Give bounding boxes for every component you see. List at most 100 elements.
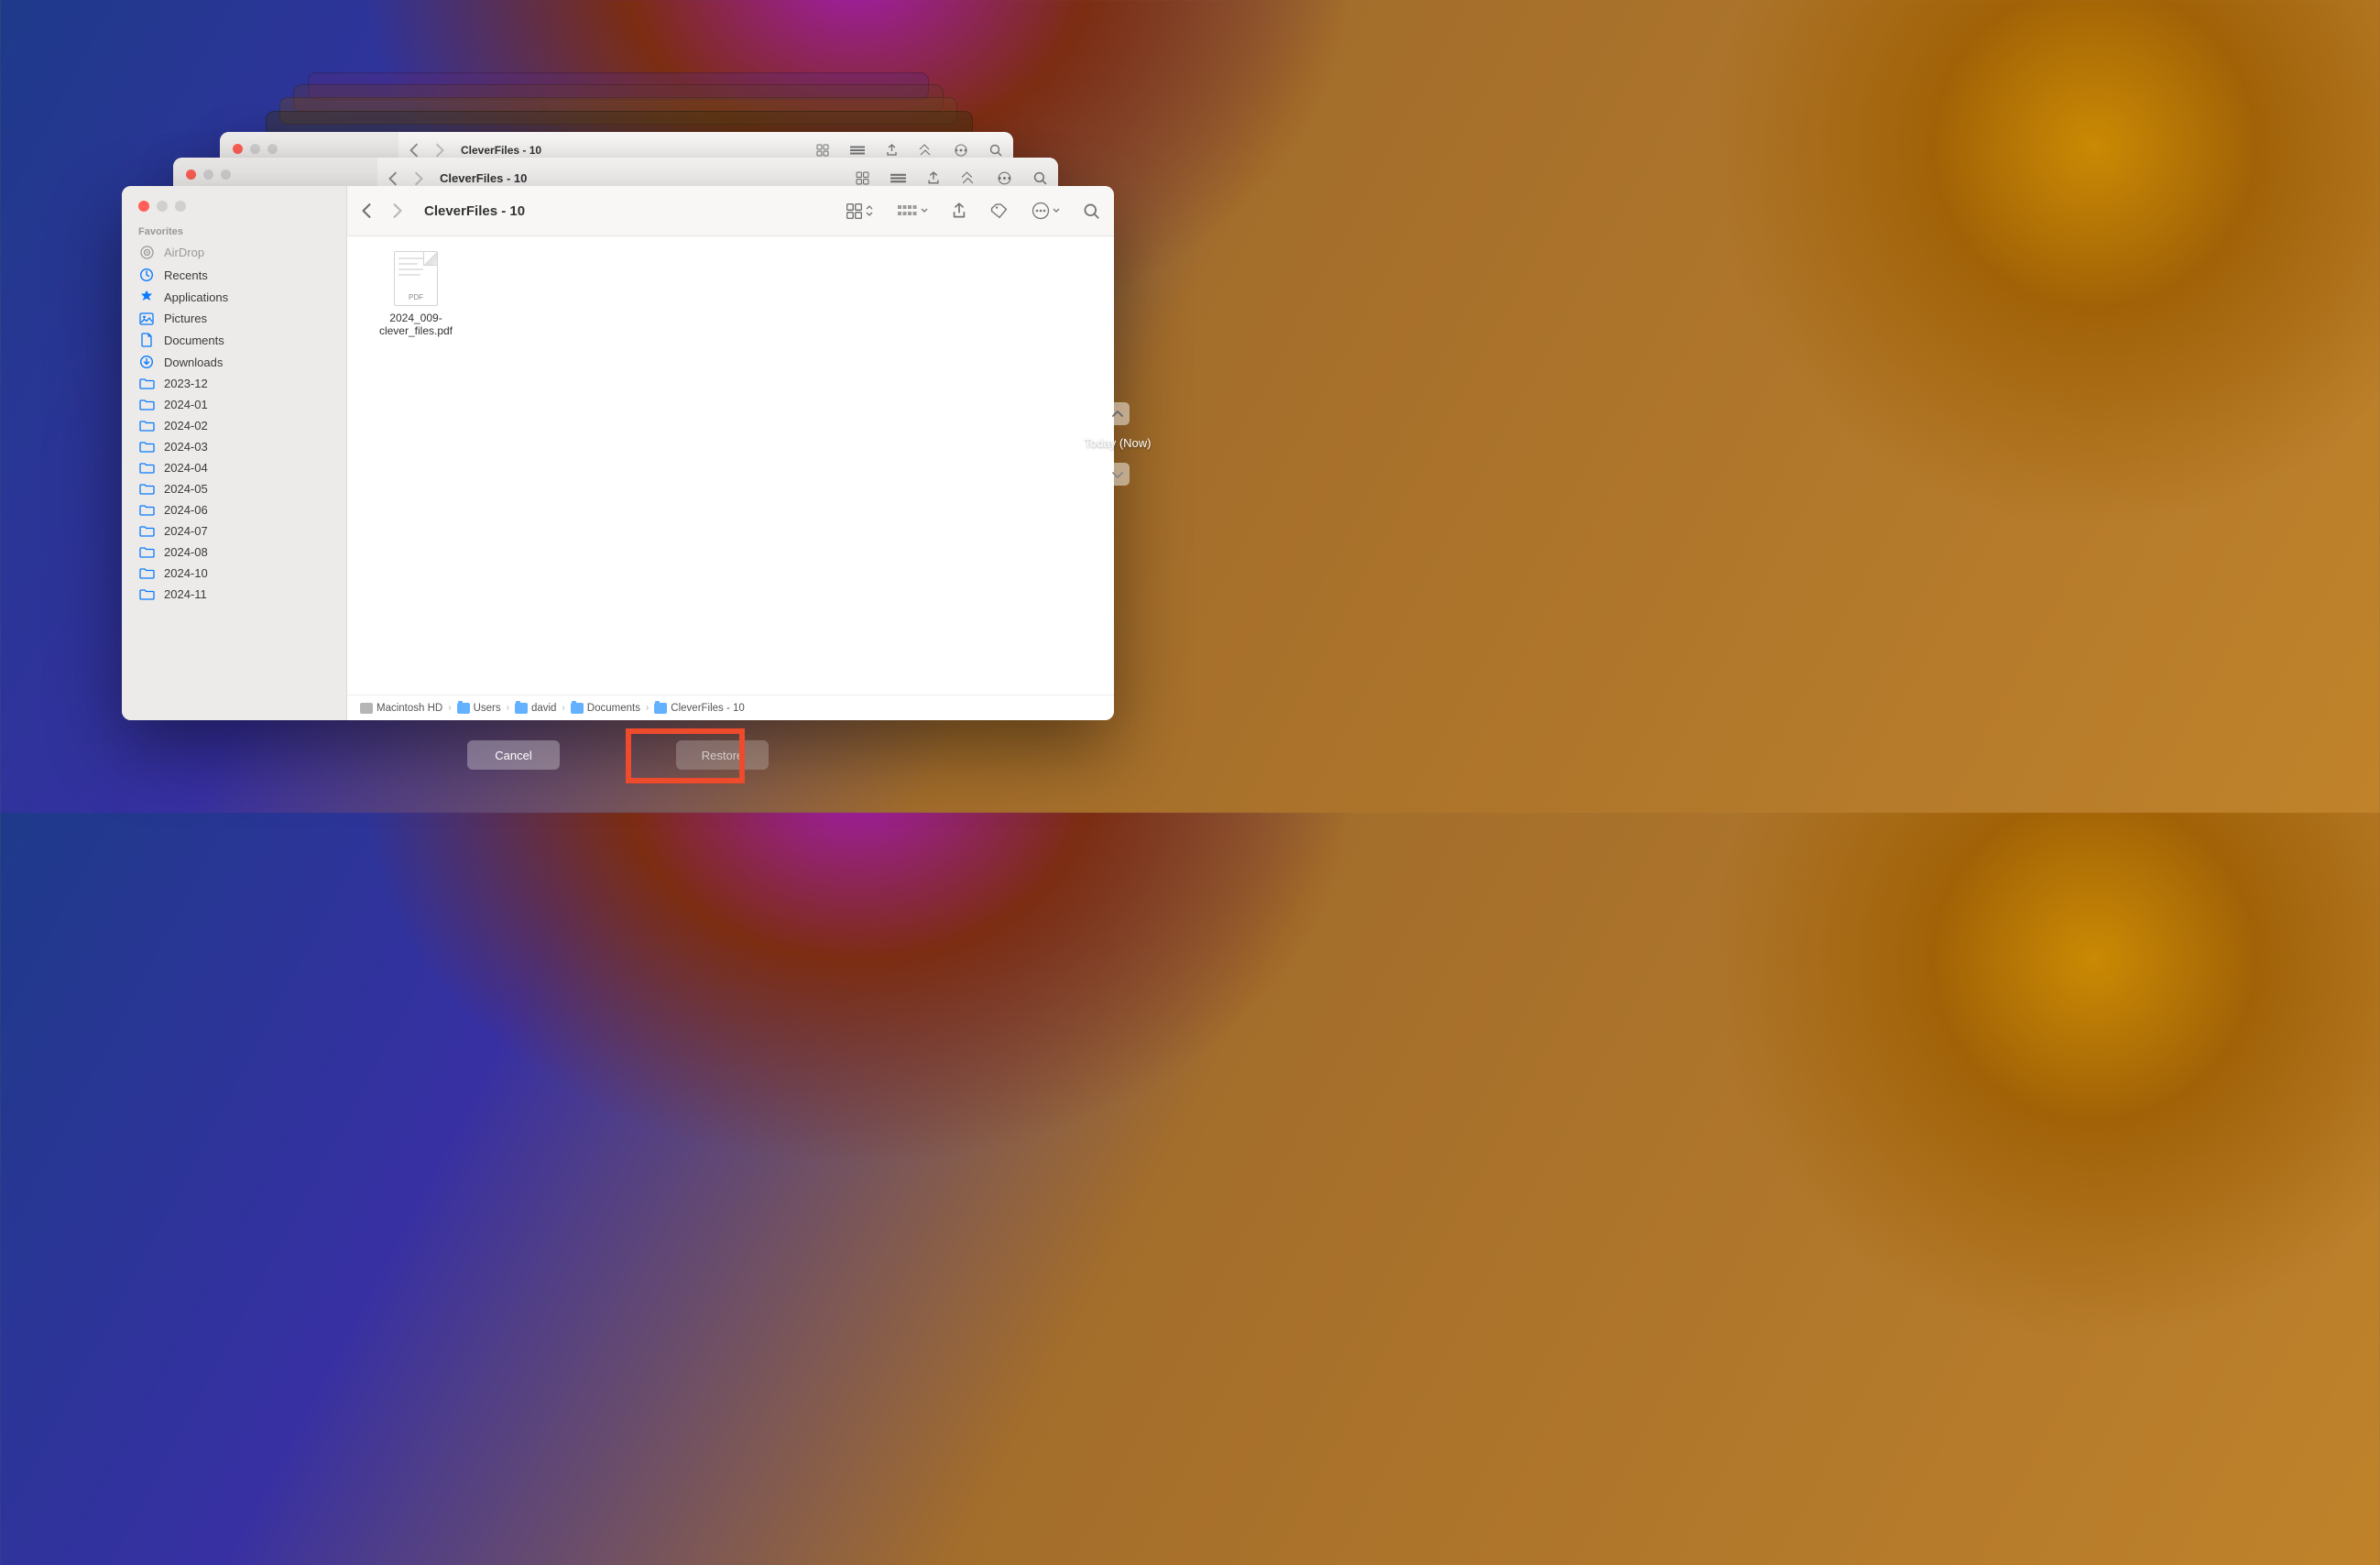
- path-segment[interactable]: Macintosh HD: [360, 703, 442, 714]
- sidebar-item-2024-05[interactable]: 2024-05: [131, 478, 337, 499]
- sidebar-item-2024-02[interactable]: 2024-02: [131, 415, 337, 436]
- more-button[interactable]: [1032, 202, 1060, 220]
- sidebar-item-label: 2024-07: [164, 524, 208, 538]
- doc-icon: [138, 333, 155, 347]
- minimize-button[interactable]: [157, 201, 168, 212]
- sidebar-item-label: 2024-08: [164, 545, 208, 559]
- folder-icon: [138, 420, 155, 432]
- sidebar-item-label: 2024-06: [164, 503, 208, 517]
- path-label: Macintosh HD: [377, 703, 442, 714]
- folder-icon: [571, 703, 584, 714]
- sidebar-item-airdrop[interactable]: AirDrop: [131, 241, 337, 264]
- folder-icon: [138, 483, 155, 495]
- sidebar-item-label: Applications: [164, 290, 228, 304]
- folder-icon: [138, 525, 155, 537]
- path-label: CleverFiles - 10: [671, 703, 745, 714]
- path-separator-icon: ›: [507, 703, 509, 713]
- sidebar-item-2024-04[interactable]: 2024-04: [131, 457, 337, 478]
- folder-icon: [138, 546, 155, 558]
- minimize-icon: [250, 144, 260, 154]
- restore-button[interactable]: Restore: [676, 740, 769, 770]
- folder-icon: [138, 462, 155, 474]
- sidebar-item-label: 2024-01: [164, 398, 208, 411]
- sidebar-item-downloads[interactable]: Downloads: [131, 351, 337, 373]
- path-segment[interactable]: Documents: [571, 703, 640, 714]
- folder-icon: [457, 703, 470, 714]
- sidebar-item-2024-10[interactable]: 2024-10: [131, 563, 337, 584]
- finder-window-front: Favorites AirDrop Recents Applications Pict…: [122, 186, 1114, 720]
- sidebar-item-label: 2024-05: [164, 482, 208, 496]
- sidebar-item-label: 2024-04: [164, 461, 208, 475]
- share-button[interactable]: [952, 202, 966, 219]
- sidebar-item-2024-06[interactable]: 2024-06: [131, 499, 337, 520]
- download-icon: [138, 355, 155, 369]
- sidebar-item-label: 2024-02: [164, 419, 208, 432]
- hd-icon: [360, 703, 373, 714]
- apps-icon: [138, 290, 155, 304]
- clock-icon: [138, 268, 155, 282]
- pictures-icon: [138, 312, 155, 325]
- folder-icon: [654, 703, 667, 714]
- path-label: david: [531, 703, 557, 714]
- sidebar-item-label: 2023-12: [164, 377, 208, 390]
- file-content-area[interactable]: PDF 2024_009-clever_files.pdf: [347, 236, 1114, 695]
- path-segment[interactable]: CleverFiles - 10: [654, 703, 745, 714]
- group-button[interactable]: [897, 204, 928, 217]
- file-item[interactable]: PDF 2024_009-clever_files.pdf: [366, 251, 466, 337]
- sidebar-item-label: Pictures: [164, 312, 207, 325]
- sidebar-item-2024-07[interactable]: 2024-07: [131, 520, 337, 542]
- folder-icon: [138, 504, 155, 516]
- sidebar-item-label: 2024-11: [164, 587, 207, 601]
- sidebar-item-2024-08[interactable]: 2024-08: [131, 542, 337, 563]
- sidebar-item-label: 2024-10: [164, 566, 208, 580]
- timeline-down-button[interactable]: [1106, 463, 1130, 486]
- path-separator-icon: ›: [562, 703, 564, 713]
- sidebar-item-2024-11[interactable]: 2024-11: [131, 584, 337, 605]
- maximize-icon: [267, 144, 278, 154]
- sidebar-item-pictures[interactable]: Pictures: [131, 308, 337, 329]
- cancel-button[interactable]: Cancel: [467, 740, 560, 770]
- maximize-button[interactable]: [175, 201, 186, 212]
- timeline-label: Today (Now): [1078, 436, 1157, 450]
- stacked-title: CleverFiles - 10: [461, 144, 541, 157]
- folder-icon: [138, 588, 155, 600]
- window-title: CleverFiles - 10: [424, 203, 525, 219]
- timeline-up-button[interactable]: [1106, 402, 1130, 425]
- path-label: Users: [474, 703, 501, 714]
- sidebar-item-label: Documents: [164, 334, 224, 347]
- airdrop-icon: [138, 245, 155, 260]
- time-machine-nav: Today (Now): [1078, 402, 1157, 497]
- path-separator-icon: ›: [448, 703, 451, 713]
- sidebar-item-documents[interactable]: Documents: [131, 329, 337, 351]
- path-bar[interactable]: Macintosh HD › Users › david › Documents › Cleve…: [347, 695, 1114, 720]
- path-separator-icon: ›: [646, 703, 649, 713]
- sidebar-section-label: Favorites: [131, 221, 337, 241]
- folder-icon: [138, 378, 155, 389]
- sidebar-item-2023-12[interactable]: 2023-12: [131, 373, 337, 394]
- sidebar-item-applications[interactable]: Applications: [131, 286, 337, 308]
- sidebar-item-2024-03[interactable]: 2024-03: [131, 436, 337, 457]
- path-segment[interactable]: Users: [457, 703, 501, 714]
- path-label: Documents: [587, 703, 640, 714]
- close-button[interactable]: [138, 201, 149, 212]
- sidebar-item-label: Downloads: [164, 356, 223, 369]
- sidebar-scroll[interactable]: Favorites AirDrop Recents Applications Pict…: [122, 221, 346, 605]
- sidebar-item-label: AirDrop: [164, 246, 204, 259]
- sidebar: Favorites AirDrop Recents Applications Pict…: [122, 186, 347, 720]
- search-button[interactable]: [1084, 203, 1099, 219]
- pdf-file-icon: PDF: [394, 251, 438, 306]
- close-icon: [233, 144, 243, 154]
- tags-button[interactable]: [990, 203, 1008, 219]
- folder-icon: [138, 399, 155, 410]
- file-name: 2024_009-clever_files.pdf: [366, 312, 466, 337]
- forward-button[interactable]: [393, 203, 402, 218]
- folder-icon: [138, 441, 155, 453]
- sidebar-item-recents[interactable]: Recents: [131, 264, 337, 286]
- folder-icon: [515, 703, 528, 714]
- sidebar-item-label: Recents: [164, 268, 208, 282]
- back-button[interactable]: [362, 203, 371, 218]
- toolbar: CleverFiles - 10: [347, 186, 1114, 236]
- sidebar-item-2024-01[interactable]: 2024-01: [131, 394, 337, 415]
- path-segment[interactable]: david: [515, 703, 557, 714]
- view-icon-button[interactable]: [846, 203, 873, 219]
